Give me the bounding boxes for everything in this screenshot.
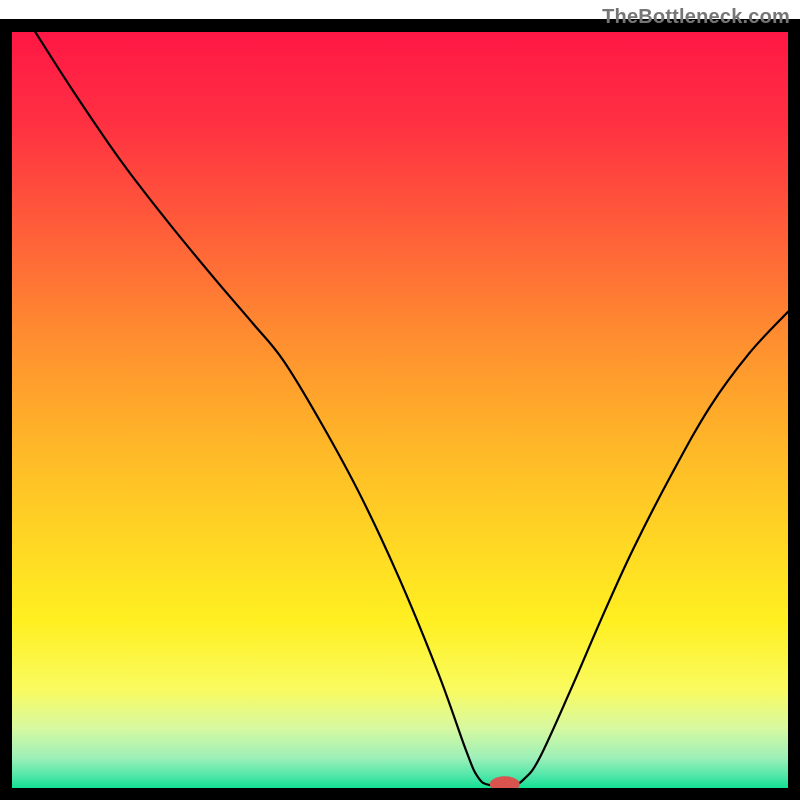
- chart-container: TheBottleneck.com: [0, 0, 800, 800]
- bottleneck-chart: [0, 0, 800, 800]
- gradient-background: [12, 32, 788, 788]
- attribution-text: TheBottleneck.com: [602, 6, 790, 29]
